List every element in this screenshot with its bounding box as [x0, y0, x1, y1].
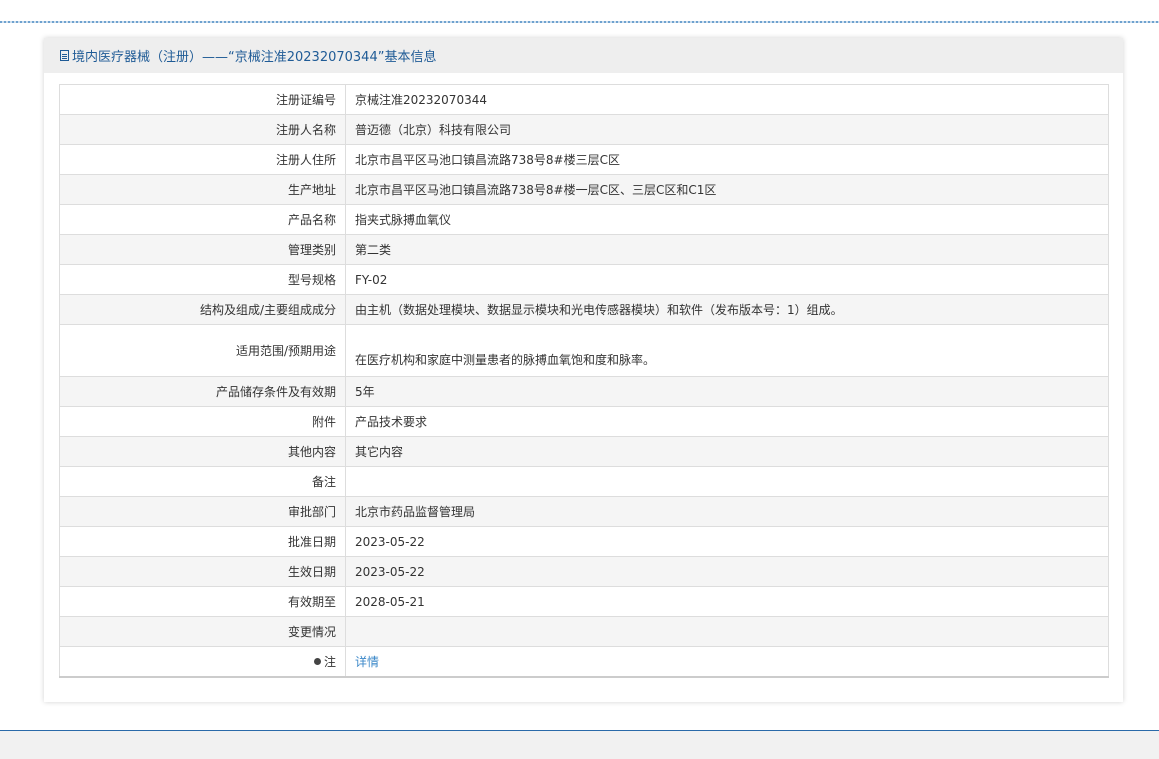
row-label: 变更情况: [59, 616, 346, 647]
row-label: 批准日期: [59, 526, 346, 557]
table-row: 注册人住所 北京市昌平区马池口镇昌流路738号8#楼三层C区: [59, 144, 1109, 175]
panel-title: 境内医疗器械（注册）——“京械注准20232070344”基本信息: [60, 46, 436, 65]
row-label: 产品名称: [59, 204, 346, 235]
table-row: 审批部门 北京市药品监督管理局: [59, 496, 1109, 527]
row-label: 注册人名称: [59, 114, 346, 145]
row-value: 北京市昌平区马池口镇昌流路738号8#楼三层C区: [345, 144, 1109, 175]
table-row: 注册人名称 普迈德（北京）科技有限公司: [59, 114, 1109, 145]
row-label: 适用范围/预期用途: [59, 324, 346, 377]
page-footer: [0, 730, 1159, 759]
table-row: 适用范围/预期用途 在医疗机构和家庭中测量患者的脉搏血氧饱和度和脉率。: [59, 324, 1109, 377]
row-value: 2023-05-22: [345, 556, 1109, 587]
row-label: 附件: [59, 406, 346, 437]
table-row: 变更情况: [59, 616, 1109, 647]
row-label: 生效日期: [59, 556, 346, 587]
row-label: 有效期至: [59, 586, 346, 617]
note-row: 注 详情: [59, 646, 1109, 678]
row-value: 5年: [345, 376, 1109, 407]
row-label: 注册证编号: [59, 84, 346, 115]
row-label: 型号规格: [59, 264, 346, 295]
info-panel: 境内医疗器械（注册）——“京械注准20232070344”基本信息 注册证编号 …: [44, 38, 1123, 702]
row-value: 在医疗机构和家庭中测量患者的脉搏血氧饱和度和脉率。: [345, 324, 1109, 377]
panel-title-text: 境内医疗器械（注册）——“京械注准20232070344”基本信息: [72, 50, 437, 65]
row-label: 注册人住所: [59, 144, 346, 175]
row-label: 其他内容: [59, 436, 346, 467]
row-label: 结构及组成/主要组成成分: [59, 294, 346, 325]
table-row: 有效期至 2028-05-21: [59, 586, 1109, 617]
row-value: FY-02: [345, 264, 1109, 295]
row-value: 其它内容: [345, 436, 1109, 467]
table-row: 产品储存条件及有效期 5年: [59, 376, 1109, 407]
table-row: 管理类别 第二类: [59, 234, 1109, 265]
row-value: 2023-05-22: [345, 526, 1109, 557]
table-row: 其他内容 其它内容: [59, 436, 1109, 467]
table-row: 生效日期 2023-05-22: [59, 556, 1109, 587]
table-row: 注册证编号 京械注准20232070344: [59, 84, 1109, 115]
row-value: 2028-05-21: [345, 586, 1109, 617]
row-value: [345, 616, 1109, 647]
note-label: 注: [323, 654, 336, 669]
row-value: 第二类: [345, 234, 1109, 265]
row-value: 由主机（数据处理模块、数据显示模块和光电传感器模块）和软件（发布版本号：1）组成…: [345, 294, 1109, 325]
details-link[interactable]: 详情: [355, 655, 379, 669]
table-row: 批准日期 2023-05-22: [59, 526, 1109, 557]
table-row: 结构及组成/主要组成成分 由主机（数据处理模块、数据显示模块和光电传感器模块）和…: [59, 294, 1109, 325]
pin-icon: [313, 657, 321, 665]
row-value: 北京市药品监督管理局: [345, 496, 1109, 527]
row-value: 普迈德（北京）科技有限公司: [345, 114, 1109, 145]
row-label: 生产地址: [59, 174, 346, 205]
panel-header: 境内医疗器械（注册）——“京械注准20232070344”基本信息: [44, 38, 1123, 73]
document-icon: [60, 50, 69, 61]
top-divider: [0, 21, 1159, 23]
table-row: 附件 产品技术要求: [59, 406, 1109, 437]
row-label: 审批部门: [59, 496, 346, 527]
row-label: 产品储存条件及有效期: [59, 376, 346, 407]
info-table: 注册证编号 京械注准20232070344 注册人名称 普迈德（北京）科技有限公…: [59, 84, 1109, 678]
row-value: [345, 466, 1109, 497]
row-value: 指夹式脉搏血氧仪: [345, 204, 1109, 235]
row-value: 北京市昌平区马池口镇昌流路738号8#楼一层C区、三层C区和C1区: [345, 174, 1109, 205]
table-row: 产品名称 指夹式脉搏血氧仪: [59, 204, 1109, 235]
table-row: 型号规格 FY-02: [59, 264, 1109, 295]
row-label: 备注: [59, 466, 346, 497]
note-label-cell: 注: [59, 646, 346, 678]
row-value: 京械注准20232070344: [345, 84, 1109, 115]
row-label: 管理类别: [59, 234, 346, 265]
row-value: 产品技术要求: [345, 406, 1109, 437]
table-row: 备注: [59, 466, 1109, 497]
table-row: 生产地址 北京市昌平区马池口镇昌流路738号8#楼一层C区、三层C区和C1区: [59, 174, 1109, 205]
note-value-cell: 详情: [345, 646, 1109, 678]
